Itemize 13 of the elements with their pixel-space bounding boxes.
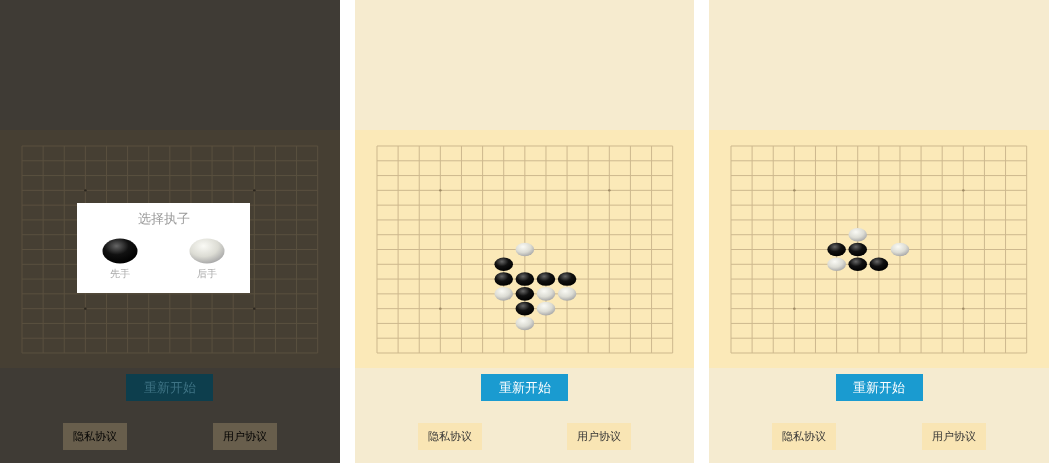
agreement-link[interactable]: 隐私协议	[772, 423, 837, 450]
game-board[interactable]	[376, 145, 673, 353]
restart-button[interactable]: 重新开始	[835, 374, 923, 401]
agreement-link[interactable]: 用户协议	[212, 423, 277, 450]
agreement-link[interactable]: 隐私协议	[62, 423, 127, 450]
option-label: 先手	[110, 267, 131, 281]
restart-button[interactable]: 重新开始	[481, 374, 568, 401]
dialog-title: 选择执子	[137, 210, 190, 228]
agreement-link[interactable]: 用户协议	[922, 423, 987, 450]
option-label: 后手	[196, 267, 217, 281]
stone-option[interactable]	[102, 238, 139, 264]
agreement-link[interactable]: 隐私协议	[417, 423, 482, 450]
agreement-link[interactable]: 用户协议	[567, 423, 632, 450]
